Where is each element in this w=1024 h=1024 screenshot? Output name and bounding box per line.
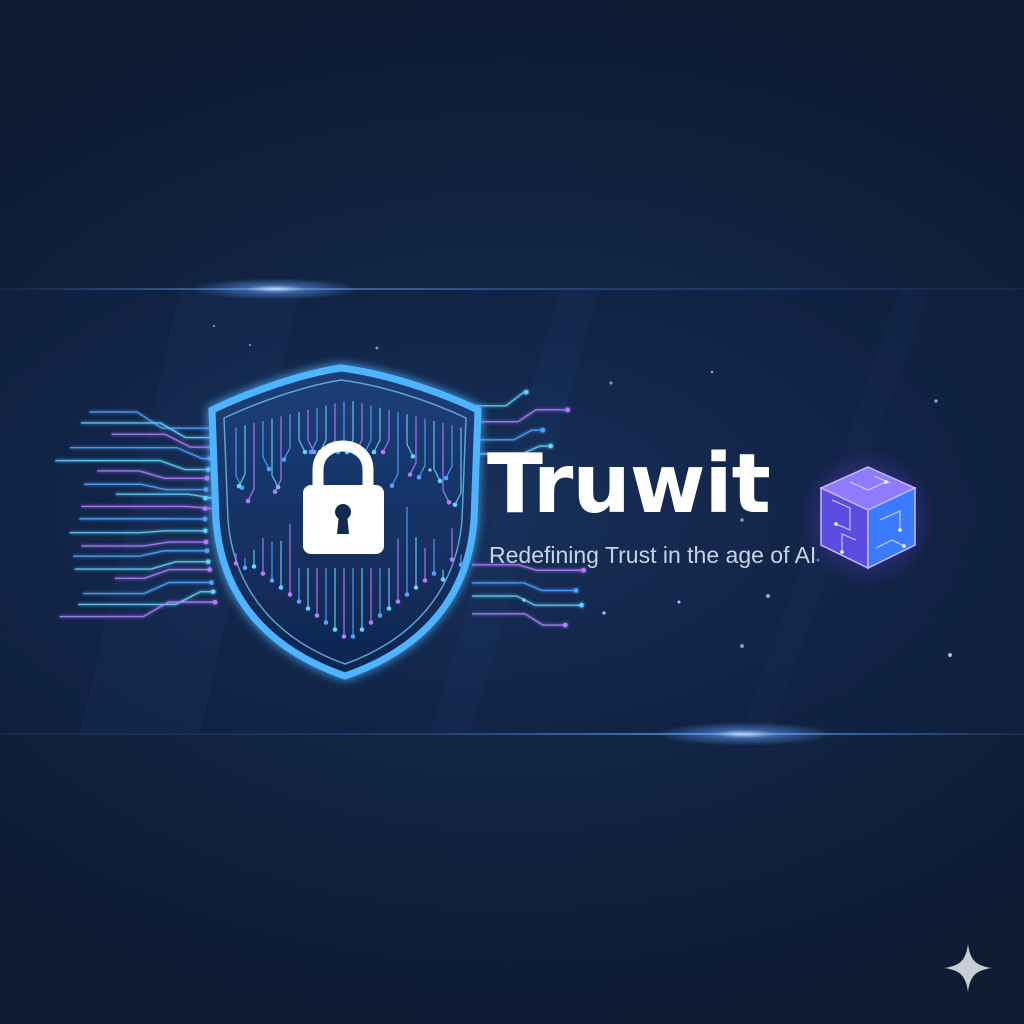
- star: [816, 558, 820, 562]
- circuit-node: [395, 599, 401, 604]
- star: [522, 598, 526, 602]
- circuit-node: [540, 427, 546, 433]
- circuit-node: [205, 559, 211, 565]
- circuit-node: [260, 571, 266, 576]
- circuit-node: [563, 622, 568, 628]
- circuit-node: [296, 599, 302, 604]
- circuit-node: [205, 467, 211, 472]
- circuit-node: [380, 449, 386, 455]
- circuit-node: [368, 620, 374, 625]
- circuit-node: [233, 561, 239, 566]
- circuit-node: [413, 585, 419, 590]
- star: [602, 611, 606, 615]
- circuit-node: [202, 506, 208, 511]
- brand-title: Truwit: [487, 437, 771, 532]
- circuit-node: [350, 634, 356, 639]
- circuit-node: [573, 588, 579, 593]
- circuit-node: [581, 567, 586, 573]
- circuit-node: [236, 483, 242, 489]
- star: [248, 343, 252, 347]
- banner-canvas: Truwit Redefining Trust in the age of AI: [0, 0, 1024, 1024]
- circuit-node: [389, 483, 395, 489]
- circuit-node: [359, 627, 365, 632]
- circuit-node: [209, 580, 214, 585]
- star: [609, 381, 613, 385]
- circuit-node: [377, 613, 383, 618]
- circuit-node: [407, 472, 413, 477]
- circuit-node: [308, 449, 314, 455]
- circuit-node: [210, 589, 216, 595]
- circuit-node: [431, 571, 437, 576]
- circuit-node: [305, 606, 311, 611]
- star: [934, 399, 938, 403]
- circuit-node: [266, 466, 272, 472]
- brand-tagline: Redefining Trust in the age of AI: [489, 542, 817, 568]
- circuit-node: [524, 389, 529, 395]
- circuit-node: [341, 634, 347, 639]
- star: [212, 324, 216, 328]
- circuit-node: [204, 548, 210, 554]
- star: [677, 600, 681, 604]
- circuit-node: [416, 474, 422, 480]
- sparkle-icon: [944, 944, 992, 992]
- star: [710, 370, 714, 374]
- circuit-node: [332, 627, 338, 632]
- circuit-node: [242, 565, 248, 571]
- circuit-node: [410, 454, 416, 459]
- circuit-node: [204, 475, 210, 481]
- circuit-node: [386, 606, 392, 611]
- star: [739, 643, 745, 649]
- circuit-node: [203, 487, 209, 492]
- circuit-node: [251, 564, 257, 569]
- circuit-node: [269, 578, 275, 583]
- circuit-trace: [472, 391, 527, 407]
- circuit-node: [287, 592, 293, 597]
- circuit-node: [314, 613, 320, 618]
- circuit-node: [245, 498, 251, 504]
- circuit-node: [272, 489, 278, 495]
- star: [428, 468, 432, 472]
- circuit-node: [422, 578, 428, 583]
- circuit-node: [207, 567, 213, 572]
- circuit-node: [449, 557, 455, 562]
- circuit-node: [579, 602, 584, 608]
- circuit-node: [446, 500, 452, 505]
- circuit-node: [443, 475, 449, 481]
- circuit-node: [452, 502, 458, 508]
- circuit-node: [404, 592, 410, 597]
- star: [765, 593, 771, 599]
- cube-icon: [798, 448, 938, 588]
- star: [948, 653, 952, 657]
- circuit-node: [437, 478, 443, 484]
- circuit-node: [278, 585, 284, 590]
- circuit-node: [371, 449, 377, 455]
- circuit-node: [203, 528, 208, 534]
- circuit-node: [212, 599, 218, 605]
- circuit-node: [202, 516, 208, 522]
- star: [375, 346, 379, 350]
- circuit-node: [281, 457, 287, 462]
- circuit-node: [203, 495, 208, 501]
- circuit-node: [458, 562, 464, 568]
- circuit-node: [440, 577, 446, 582]
- circuit-node: [565, 407, 570, 413]
- circuit-node: [302, 449, 308, 455]
- circuit-node: [203, 539, 209, 545]
- circuit-node: [323, 620, 329, 625]
